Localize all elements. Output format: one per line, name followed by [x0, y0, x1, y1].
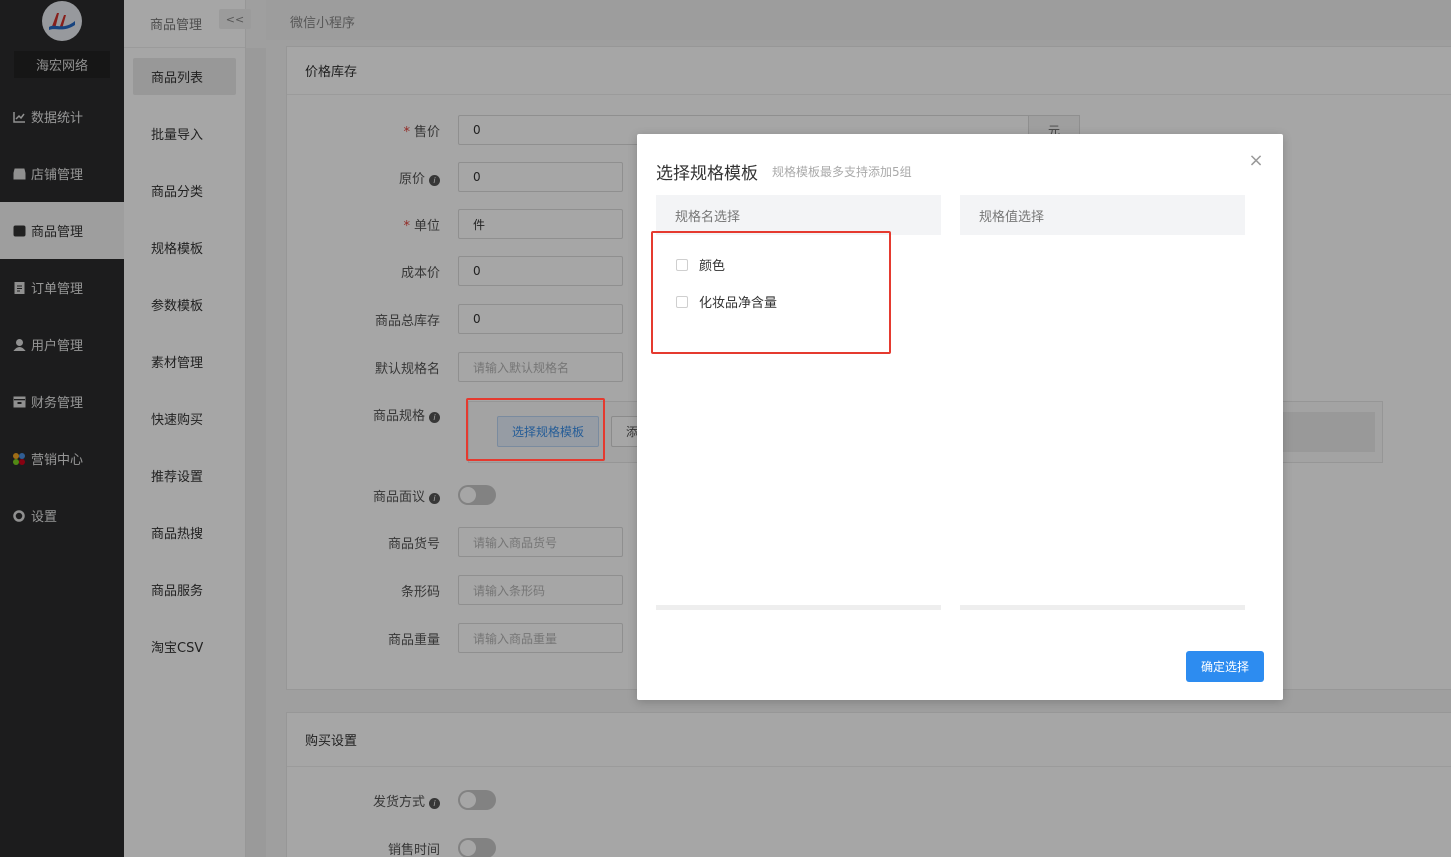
option-label: 颜色 [699, 259, 726, 274]
spec-template-modal: 选择规格模板 规格模板最多支持添加5组 × 规格名选择 规格值选择 颜色 化妆品… [637, 134, 1283, 700]
checkbox[interactable] [676, 295, 688, 308]
spec-option-color[interactable]: 颜色 [676, 255, 725, 274]
option-label: 化妆品净含量 [699, 296, 778, 311]
modal-subtitle: 规格模板最多支持添加5组 [772, 165, 912, 179]
spec-option-cosmetic-volume[interactable]: 化妆品净含量 [676, 292, 777, 311]
close-icon[interactable]: × [1247, 152, 1265, 170]
spec-value-column-header: 规格值选择 [960, 195, 1245, 235]
spec-value-column-footer [960, 605, 1245, 610]
checkbox[interactable] [676, 258, 688, 271]
modal-title: 选择规格模板 [656, 164, 758, 184]
spec-name-column-header: 规格名选择 [656, 195, 941, 235]
spec-name-column-footer [656, 605, 941, 610]
confirm-select-button[interactable]: 确定选择 [1186, 651, 1264, 682]
